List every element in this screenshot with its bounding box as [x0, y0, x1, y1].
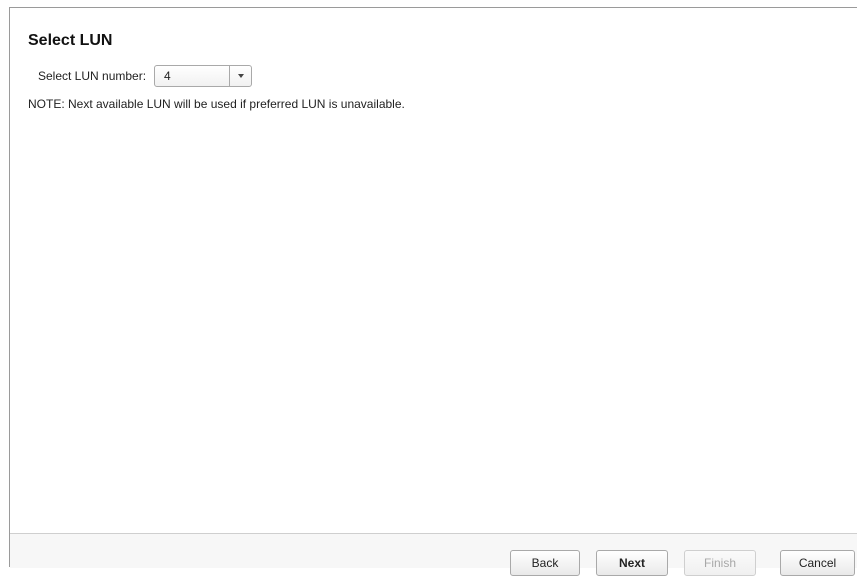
- note-text: NOTE: Next available LUN will be used if…: [28, 97, 405, 111]
- wizard-panel: Select LUN Select LUN number: 4 NOTE: Ne…: [9, 7, 857, 576]
- lun-number-value: 4: [164, 69, 171, 83]
- lun-row: Select LUN number: 4: [38, 64, 253, 88]
- page-title: Select LUN: [28, 32, 113, 49]
- back-button[interactable]: Back: [510, 550, 580, 576]
- lun-number-label: Select LUN number:: [38, 69, 147, 83]
- lun-number-select[interactable]: 4: [154, 65, 253, 87]
- cancel-button[interactable]: Cancel: [780, 550, 855, 576]
- next-button[interactable]: Next: [596, 550, 668, 576]
- wizard-footer: Back Next Finish Cancel: [10, 533, 857, 576]
- chevron-down-icon[interactable]: [229, 66, 251, 86]
- finish-button[interactable]: Finish: [684, 550, 756, 576]
